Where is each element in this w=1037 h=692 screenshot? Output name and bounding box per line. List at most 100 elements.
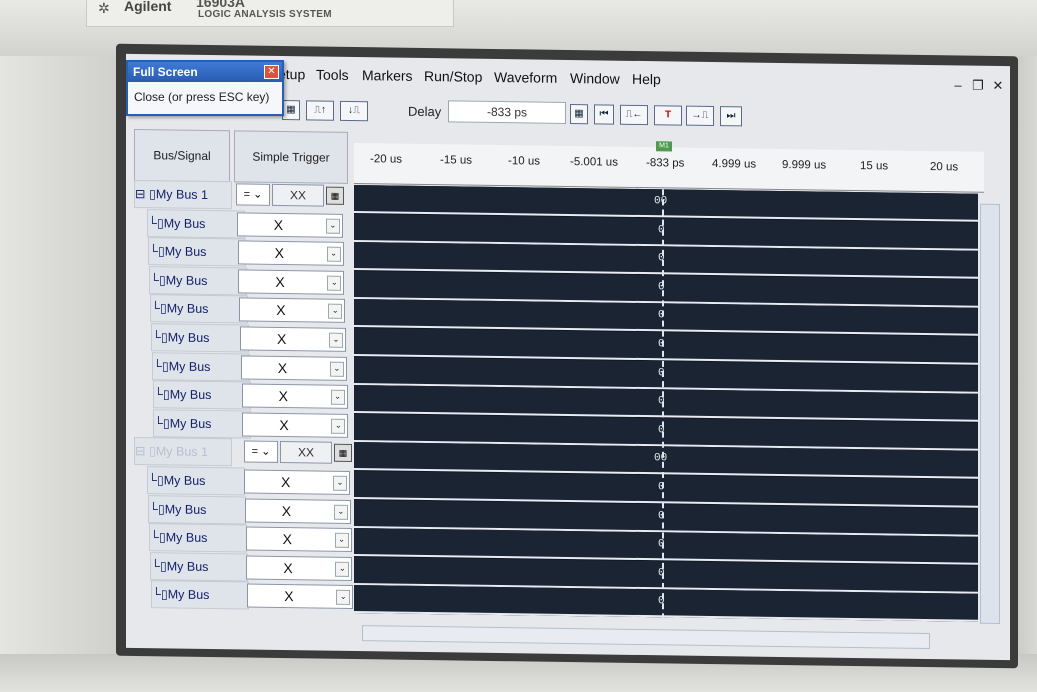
- chevron-down-icon[interactable]: ⌄: [328, 303, 343, 319]
- calculator-icon[interactable]: ▦: [334, 443, 352, 462]
- signal-row[interactable]: └▯My Bus: [147, 466, 245, 496]
- trigger-value-input[interactable]: XX: [280, 440, 332, 464]
- calculator-icon[interactable]: ▦: [570, 104, 588, 125]
- marker-cursor-line[interactable]: [662, 189, 664, 620]
- instrument-bezel-left: [0, 56, 120, 692]
- operator-value: =: [251, 445, 259, 458]
- bus-signal-header[interactable]: Bus/Signal: [134, 128, 230, 183]
- close-icon[interactable]: ✕: [264, 65, 279, 79]
- waveform-area[interactable]: 00 0 0 0 0 0 0 0 0 00 0 0 0 0 0: [354, 185, 978, 622]
- signal-row[interactable]: └▯My Bus: [149, 523, 247, 553]
- probe-icon: ▯: [158, 273, 166, 288]
- chevron-down-icon[interactable]: ⌄: [336, 589, 351, 605]
- probe-icon: ▯: [159, 301, 167, 316]
- marker-m1[interactable]: M1: [656, 141, 672, 152]
- menu-help[interactable]: Help: [632, 71, 661, 87]
- chevron-down-icon[interactable]: ⌄: [333, 475, 347, 491]
- go-to-start-icon[interactable]: ⏮: [594, 104, 614, 125]
- ruler-tick: -15 us: [440, 154, 472, 167]
- trigger-select[interactable]: X ⌄: [237, 240, 344, 266]
- probe-icon: ▯: [162, 416, 170, 431]
- vertical-scrollbar[interactable]: [980, 203, 1000, 625]
- chevron-down-icon[interactable]: ⌄: [330, 389, 345, 405]
- signal-row[interactable]: └▯My Bus: [151, 580, 249, 610]
- trigger-select[interactable]: X ⌄: [240, 355, 347, 381]
- signal-row[interactable]: └▯My Bus: [151, 323, 249, 353]
- trigger-value-input[interactable]: XX: [272, 183, 324, 207]
- probe-icon: ▯: [161, 359, 169, 374]
- expand-collapse-icon[interactable]: ⊟: [135, 187, 149, 201]
- waveform-value: 00: [654, 195, 668, 208]
- next-edge-button[interactable]: →⎍: [686, 105, 714, 127]
- trigger-select[interactable]: X ⌄: [241, 383, 348, 409]
- trigger-value: X: [278, 387, 288, 405]
- horizontal-scrollbar[interactable]: [362, 625, 930, 650]
- operator-select[interactable]: = ⌄: [244, 440, 278, 463]
- previous-edge-button[interactable]: ⎍←: [620, 104, 648, 126]
- signal-row[interactable]: └▯My Bus: [150, 552, 248, 582]
- signal-row[interactable]: └▯My Bus: [148, 237, 246, 267]
- trigger-select[interactable]: X ⌄: [247, 583, 354, 610]
- go-to-end-icon[interactable]: ⏭: [720, 106, 742, 127]
- trigger-select[interactable]: X ⌄: [236, 212, 343, 238]
- signal-name: My Bus: [163, 473, 206, 488]
- simple-trigger-header[interactable]: Simple Trigger: [234, 130, 348, 184]
- signal-row[interactable]: └▯My Bus: [153, 409, 251, 439]
- menu-tools[interactable]: Tools: [316, 66, 349, 82]
- trigger-value: X: [281, 503, 292, 520]
- minimize-icon[interactable]: –: [950, 77, 966, 92]
- chevron-down-icon[interactable]: ⌄: [329, 361, 344, 377]
- delay-input[interactable]: -833 ps: [448, 100, 566, 124]
- chevron-down-icon[interactable]: ⌄: [335, 561, 350, 577]
- trigger-marker-button[interactable]: T: [654, 105, 682, 126]
- signal-row[interactable]: └▯My Bus: [147, 209, 245, 239]
- trigger-value: X: [279, 416, 289, 434]
- calculator-icon[interactable]: ▦: [326, 186, 344, 205]
- signal-name: My Bus: [164, 244, 207, 259]
- trigger-select[interactable]: X ⌄: [244, 498, 351, 524]
- tree-connector-icon: └: [154, 387, 163, 402]
- ruler-tick: 9.999 us: [782, 158, 827, 172]
- trigger-select[interactable]: X ⌄: [246, 555, 353, 581]
- rising-edge-button[interactable]: ⎍↑: [306, 100, 334, 121]
- probe-icon: ▯: [160, 330, 168, 345]
- probe-icon: ▯: [162, 387, 170, 402]
- trigger-select[interactable]: X ⌄: [244, 469, 350, 495]
- menu-waveform[interactable]: Waveform: [494, 69, 557, 86]
- trigger-select[interactable]: X ⌄: [239, 297, 346, 323]
- signal-row[interactable]: └▯My Bus: [150, 294, 248, 324]
- menu-run-stop[interactable]: Run/Stop: [424, 68, 482, 85]
- menu-markers[interactable]: Markers: [362, 67, 413, 84]
- trigger-select[interactable]: X ⌄: [238, 269, 345, 295]
- chevron-down-icon[interactable]: ⌄: [333, 504, 348, 520]
- restore-icon[interactable]: ❐: [970, 78, 986, 94]
- signal-row[interactable]: ⊟ ▯My Bus 1: [134, 179, 232, 210]
- trigger-select[interactable]: X ⌄: [245, 526, 352, 552]
- calculator-icon[interactable]: ▦: [282, 100, 300, 121]
- falling-edge-button[interactable]: ↓⎍: [340, 100, 368, 122]
- tree-connector-icon: └: [151, 559, 160, 574]
- signal-name: My Bus: [165, 273, 208, 288]
- expand-collapse-icon[interactable]: ⊟: [135, 444, 149, 458]
- signal-row[interactable]: └▯My Bus: [149, 266, 247, 296]
- signal-row[interactable]: └▯My Bus: [148, 495, 246, 525]
- trigger-value: X: [281, 473, 291, 491]
- signal-row[interactable]: └▯My Bus: [153, 380, 251, 410]
- trigger-select[interactable]: X ⌄: [242, 412, 349, 438]
- chevron-down-icon[interactable]: ⌄: [329, 332, 343, 348]
- tree-connector-icon: └: [152, 587, 161, 602]
- trigger-select[interactable]: X ⌄: [240, 326, 346, 352]
- signal-row[interactable]: ⊟ ▯My Bus 1: [134, 436, 232, 467]
- chevron-down-icon[interactable]: ⌄: [326, 246, 341, 262]
- chevron-down-icon[interactable]: ⌄: [325, 218, 340, 234]
- signal-list: ⊟ ▯My Bus 1 └▯My Bus └▯My Bus └▯My Bus └…: [134, 179, 251, 610]
- menu-window[interactable]: Window: [570, 70, 620, 87]
- probe-icon: ▯: [148, 187, 156, 202]
- full-screen-close-link[interactable]: Close (or press ESC key): [134, 90, 269, 104]
- chevron-down-icon[interactable]: ⌄: [334, 532, 349, 548]
- operator-select[interactable]: = ⌄: [236, 183, 270, 206]
- signal-row[interactable]: └▯My Bus: [152, 352, 250, 382]
- chevron-down-icon[interactable]: ⌄: [331, 418, 346, 434]
- chevron-down-icon[interactable]: ⌄: [327, 275, 342, 291]
- close-icon[interactable]: ✕: [990, 78, 1006, 94]
